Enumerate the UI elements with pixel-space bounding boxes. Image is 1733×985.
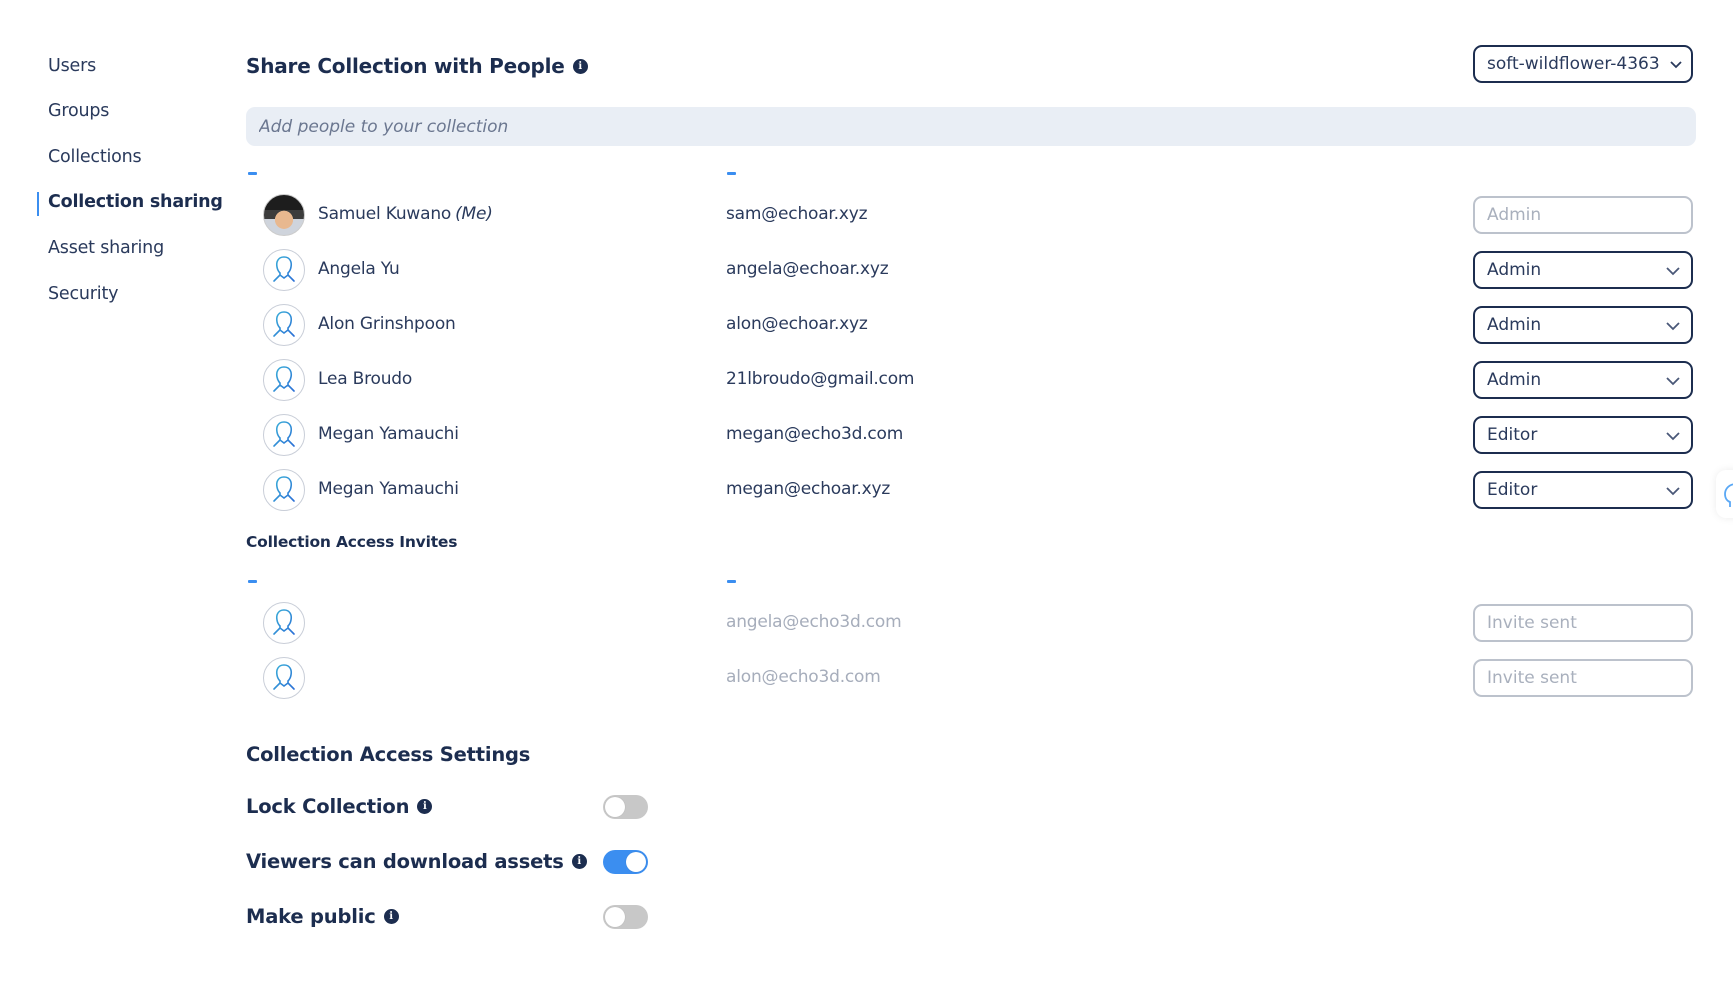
- role-select[interactable]: Admin: [1473, 306, 1693, 344]
- info-icon[interactable]: i: [572, 58, 588, 74]
- member-email: 21lbroudo@gmail.com: [726, 369, 915, 389]
- member-row: Megan Yamauchi megan@echo3d.com Editor: [246, 413, 1696, 457]
- role-select[interactable]: Editor: [1473, 471, 1693, 509]
- default-user-icon: [263, 304, 305, 346]
- chat-bubble-icon: [1724, 483, 1733, 507]
- share-title-text: Share Collection with People: [246, 54, 565, 78]
- add-people-input[interactable]: [246, 107, 1696, 146]
- member-row: Alon Grinshpoon alon@echoar.xyz Admin: [246, 303, 1696, 347]
- collection-sharing-panel: Share Collection with People i soft-wild…: [0, 0, 1733, 985]
- member-email: megan@echo3d.com: [726, 424, 904, 444]
- default-user-icon: [263, 469, 305, 511]
- invite-row: angela@echo3d.com Invite sent: [246, 601, 1696, 645]
- member-email: sam@echoar.xyz: [726, 204, 868, 224]
- make-public-toggle[interactable]: [603, 905, 648, 929]
- member-name: Alon Grinshpoon: [318, 314, 456, 334]
- chevron-down-icon: [1666, 432, 1680, 441]
- default-user-icon: [263, 249, 305, 291]
- default-user-icon: [263, 657, 305, 699]
- member-name: Megan Yamauchi: [318, 424, 459, 444]
- role-select[interactable]: Editor: [1473, 416, 1693, 454]
- default-user-icon: [263, 359, 305, 401]
- invite-status-field: Invite sent: [1473, 604, 1693, 642]
- chevron-down-icon: [1666, 267, 1680, 276]
- member-row: Lea Broudo 21lbroudo@gmail.com Admin: [246, 358, 1696, 402]
- collection-select-value: soft-wildflower-4363: [1487, 54, 1660, 74]
- info-icon[interactable]: i: [571, 854, 587, 869]
- column-header-email[interactable]: [727, 172, 736, 175]
- member-row: Angela Yu angela@echoar.xyz Admin: [246, 248, 1696, 292]
- role-select[interactable]: Admin: [1473, 251, 1693, 289]
- default-user-icon: [263, 602, 305, 644]
- member-email: megan@echoar.xyz: [726, 479, 891, 499]
- chevron-down-icon: [1666, 322, 1680, 331]
- info-icon[interactable]: i: [383, 909, 399, 924]
- role-select[interactable]: Admin: [1473, 361, 1693, 399]
- invite-email: angela@echo3d.com: [726, 612, 902, 632]
- chevron-down-icon: [1666, 487, 1680, 496]
- chevron-down-icon: [1670, 61, 1682, 69]
- invite-row: alon@echo3d.com Invite sent: [246, 656, 1696, 700]
- column-header-name[interactable]: [248, 172, 257, 175]
- member-name: Samuel Kuwano (Me): [318, 204, 493, 224]
- chat-launcher-button[interactable]: [1716, 470, 1733, 518]
- member-email: alon@echoar.xyz: [726, 314, 868, 334]
- setting-label: Make public: [246, 905, 376, 928]
- column-header-name[interactable]: [248, 580, 257, 583]
- viewers-download-toggle[interactable]: [603, 850, 648, 874]
- setting-label: Viewers can download assets: [246, 850, 564, 873]
- me-label: (Me): [455, 204, 493, 224]
- column-header-email[interactable]: [727, 580, 736, 583]
- collection-select[interactable]: soft-wildflower-4363: [1473, 45, 1693, 83]
- setting-viewers-download: Viewers can download assets i: [246, 847, 666, 877]
- invite-email: alon@echo3d.com: [726, 667, 881, 687]
- member-row: Megan Yamauchi megan@echoar.xyz Editor: [246, 468, 1696, 512]
- setting-lock-collection: Lock Collection i: [246, 792, 666, 822]
- setting-label: Lock Collection: [246, 795, 410, 818]
- invites-section-title: Collection Access Invites: [246, 533, 458, 551]
- default-user-icon: [263, 414, 305, 456]
- invite-status-field: Invite sent: [1473, 659, 1693, 697]
- chevron-down-icon: [1666, 377, 1680, 386]
- member-row: Samuel Kuwano (Me) sam@echoar.xyz Admin: [246, 193, 1696, 237]
- member-name: Lea Broudo: [318, 369, 413, 389]
- avatar: [263, 194, 305, 236]
- member-name: Megan Yamauchi: [318, 479, 459, 499]
- settings-section-title: Collection Access Settings: [246, 743, 531, 766]
- member-name: Angela Yu: [318, 259, 400, 279]
- lock-collection-toggle[interactable]: [603, 795, 648, 819]
- role-field-disabled: Admin: [1473, 196, 1693, 234]
- member-email: angela@echoar.xyz: [726, 259, 889, 279]
- info-icon[interactable]: i: [417, 799, 433, 814]
- setting-make-public: Make public i: [246, 902, 666, 932]
- share-section-title: Share Collection with People i: [246, 54, 588, 78]
